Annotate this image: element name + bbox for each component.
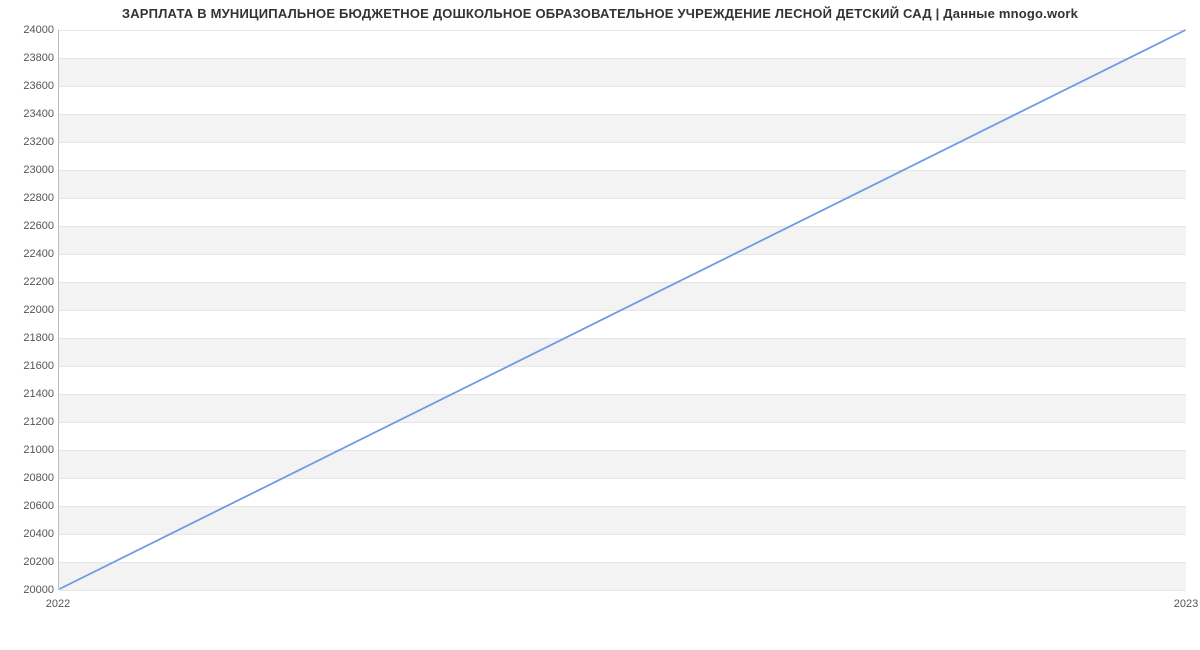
y-tick-label: 22000 [4, 304, 54, 316]
y-tick-label: 23400 [4, 108, 54, 120]
y-tick-label: 20800 [4, 472, 54, 484]
y-tick-label: 21800 [4, 332, 54, 344]
y-tick-label: 23000 [4, 164, 54, 176]
y-tick-label: 20200 [4, 556, 54, 568]
y-tick-label: 23600 [4, 80, 54, 92]
y-tick-label: 21200 [4, 416, 54, 428]
x-tick-label: 2023 [1174, 598, 1198, 610]
y-tick-label: 20000 [4, 584, 54, 596]
y-tick-label: 22800 [4, 192, 54, 204]
y-tick-label: 22600 [4, 220, 54, 232]
y-tick-label: 22200 [4, 276, 54, 288]
y-tick-label: 20600 [4, 500, 54, 512]
chart-title: ЗАРПЛАТА В МУНИЦИПАЛЬНОЕ БЮДЖЕТНОЕ ДОШКО… [0, 6, 1200, 21]
y-tick-label: 21600 [4, 360, 54, 372]
chart-container: ЗАРПЛАТА В МУНИЦИПАЛЬНОЕ БЮДЖЕТНОЕ ДОШКО… [0, 0, 1200, 620]
line-layer [59, 30, 1186, 589]
y-tick-label: 23200 [4, 136, 54, 148]
y-tick-label: 21400 [4, 388, 54, 400]
y-tick-label: 21000 [4, 444, 54, 456]
y-tick-label: 22400 [4, 248, 54, 260]
y-tick-label: 23800 [4, 52, 54, 64]
x-tick-label: 2022 [46, 598, 70, 610]
y-tick-label: 20400 [4, 528, 54, 540]
series-line [60, 30, 1186, 589]
grid-line [59, 590, 1186, 591]
y-tick-label: 24000 [4, 24, 54, 36]
plot-area [58, 30, 1186, 590]
